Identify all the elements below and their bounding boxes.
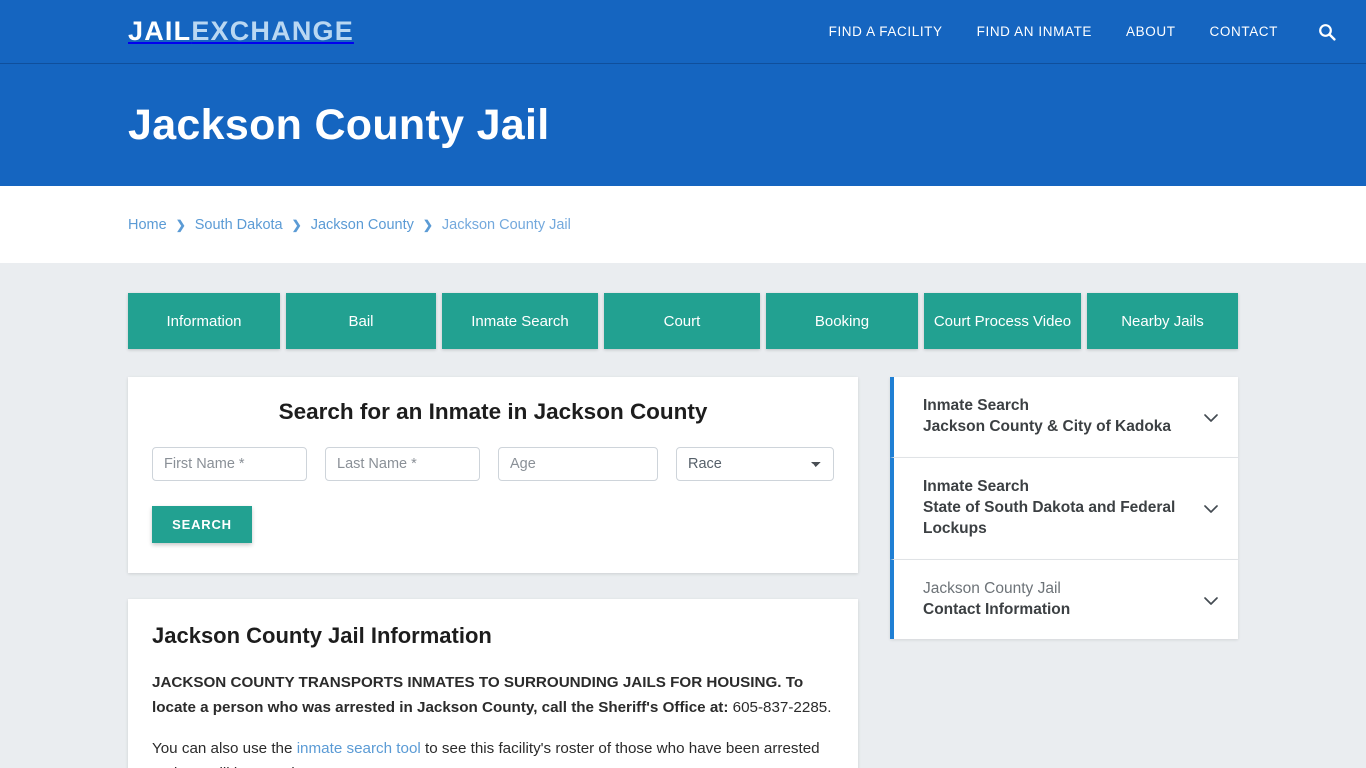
chevron-down-icon	[1200, 497, 1222, 519]
sheriff-phone-number: 605-837-2285.	[728, 698, 832, 716]
breadcrumb-item-jackson-county[interactable]: Jackson County	[311, 217, 414, 233]
accordion-item-text: Jackson County Jail Contact Information	[923, 579, 1190, 621]
last-name-input[interactable]	[325, 447, 480, 481]
nav-item-contact[interactable]: CONTACT	[1210, 24, 1278, 39]
search-icon[interactable]	[1316, 21, 1338, 43]
site-header: JAILEXCHANGE FIND A FACILITY FIND AN INM…	[0, 0, 1366, 64]
accordion-item-text: Inmate Search State of South Dakota and …	[923, 477, 1190, 540]
inmate-search-title: Search for an Inmate in Jackson County	[278, 399, 708, 424]
breadcrumb-item-south-dakota[interactable]: South Dakota	[195, 217, 283, 233]
first-name-input[interactable]	[152, 447, 307, 481]
jail-information-heading: Jackson County Jail Information	[152, 623, 492, 648]
nav-item-find-an-inmate[interactable]: FIND AN INMATE	[977, 24, 1092, 39]
logo-text-exchange: EXCHANGE	[191, 16, 354, 46]
accordion-item-text: Inmate Search Jackson County & City of K…	[923, 396, 1190, 438]
accordion-item-inmate-search-county[interactable]: Inmate Search Jackson County & City of K…	[890, 377, 1238, 458]
roster-text-prefix: You can also use the	[152, 740, 297, 758]
inmate-search-tool-link[interactable]: inmate search tool	[297, 740, 421, 757]
breadcrumb-item-jackson-county-jail[interactable]: Jackson County Jail	[442, 217, 571, 233]
nav-item-about[interactable]: ABOUT	[1126, 24, 1176, 39]
search-fields-row: Race	[152, 447, 834, 481]
logo-text-jail: JAIL	[128, 16, 192, 46]
chevron-down-icon	[1200, 406, 1222, 428]
chevron-right-icon: ❯	[422, 217, 433, 232]
breadcrumb-bar: Home ❯ South Dakota ❯ Jackson County ❯ J…	[0, 186, 1366, 263]
tab-nearby-jails[interactable]: Nearby Jails	[1086, 293, 1238, 349]
chevron-right-icon: ❯	[175, 217, 186, 232]
breadcrumb: Home ❯ South Dakota ❯ Jackson County ❯ J…	[128, 217, 571, 233]
section-tabs: Information Bail Inmate Search Court Boo…	[128, 263, 1238, 349]
two-column-layout: Search for an Inmate in Jackson County R…	[128, 349, 1238, 768]
accordion-item-line1: Inmate Search	[923, 477, 1029, 495]
chevron-right-icon: ❯	[291, 217, 302, 232]
accordion-item-line1: Jackson County Jail	[923, 579, 1061, 597]
jail-information-card: Jackson County Jail Information JACKSON …	[128, 599, 858, 768]
jail-information-paragraph-2: You can also use the inmate search tool …	[152, 737, 834, 768]
site-logo[interactable]: JAILEXCHANGE	[128, 18, 354, 45]
accordion-item-contact-information[interactable]: Jackson County Jail Contact Information	[890, 559, 1238, 640]
chevron-down-icon	[1200, 589, 1222, 611]
transport-notice-text: JACKSON COUNTY TRANSPORTS INMATES TO SUR…	[152, 674, 804, 716]
sidebar-accordion: Inmate Search Jackson County & City of K…	[890, 377, 1238, 640]
jail-information-paragraph-1: JACKSON COUNTY TRANSPORTS INMATES TO SUR…	[152, 671, 834, 720]
page-body: Information Bail Inmate Search Court Boo…	[0, 263, 1366, 768]
accordion-item-inmate-search-state[interactable]: Inmate Search State of South Dakota and …	[890, 457, 1238, 560]
page-hero: Jackson County Jail	[0, 64, 1366, 186]
breadcrumb-item-home[interactable]: Home	[128, 217, 167, 233]
tab-court[interactable]: Court	[603, 293, 760, 349]
race-select[interactable]: Race	[676, 447, 834, 481]
search-submit-button[interactable]: SEARCH	[152, 506, 252, 543]
sidebar-column: Inmate Search Jackson County & City of K…	[890, 377, 1238, 640]
tab-information[interactable]: Information	[128, 293, 280, 349]
accordion-item-line2: State of South Dakota and Federal Lockup…	[923, 498, 1176, 537]
tab-inmate-search[interactable]: Inmate Search	[442, 293, 598, 349]
tab-court-process-video[interactable]: Court Process Video	[923, 293, 1081, 349]
accordion-item-line2: Contact Information	[923, 600, 1071, 618]
nav-item-find-a-facility[interactable]: FIND A FACILITY	[829, 24, 943, 39]
inmate-search-card: Search for an Inmate in Jackson County R…	[128, 377, 858, 573]
accordion-item-line1: Inmate Search	[923, 397, 1029, 414]
accordion-item-line2: Jackson County & City of Kadoka	[923, 417, 1172, 435]
main-navigation: FIND A FACILITY FIND AN INMATE ABOUT CON…	[829, 21, 1338, 43]
page-title: Jackson County Jail	[128, 100, 550, 149]
age-input[interactable]	[498, 447, 658, 481]
content-container: Information Bail Inmate Search Court Boo…	[0, 263, 1366, 768]
main-column: Search for an Inmate in Jackson County R…	[128, 377, 858, 768]
tab-booking[interactable]: Booking	[765, 293, 918, 349]
tab-bail[interactable]: Bail	[286, 293, 437, 349]
